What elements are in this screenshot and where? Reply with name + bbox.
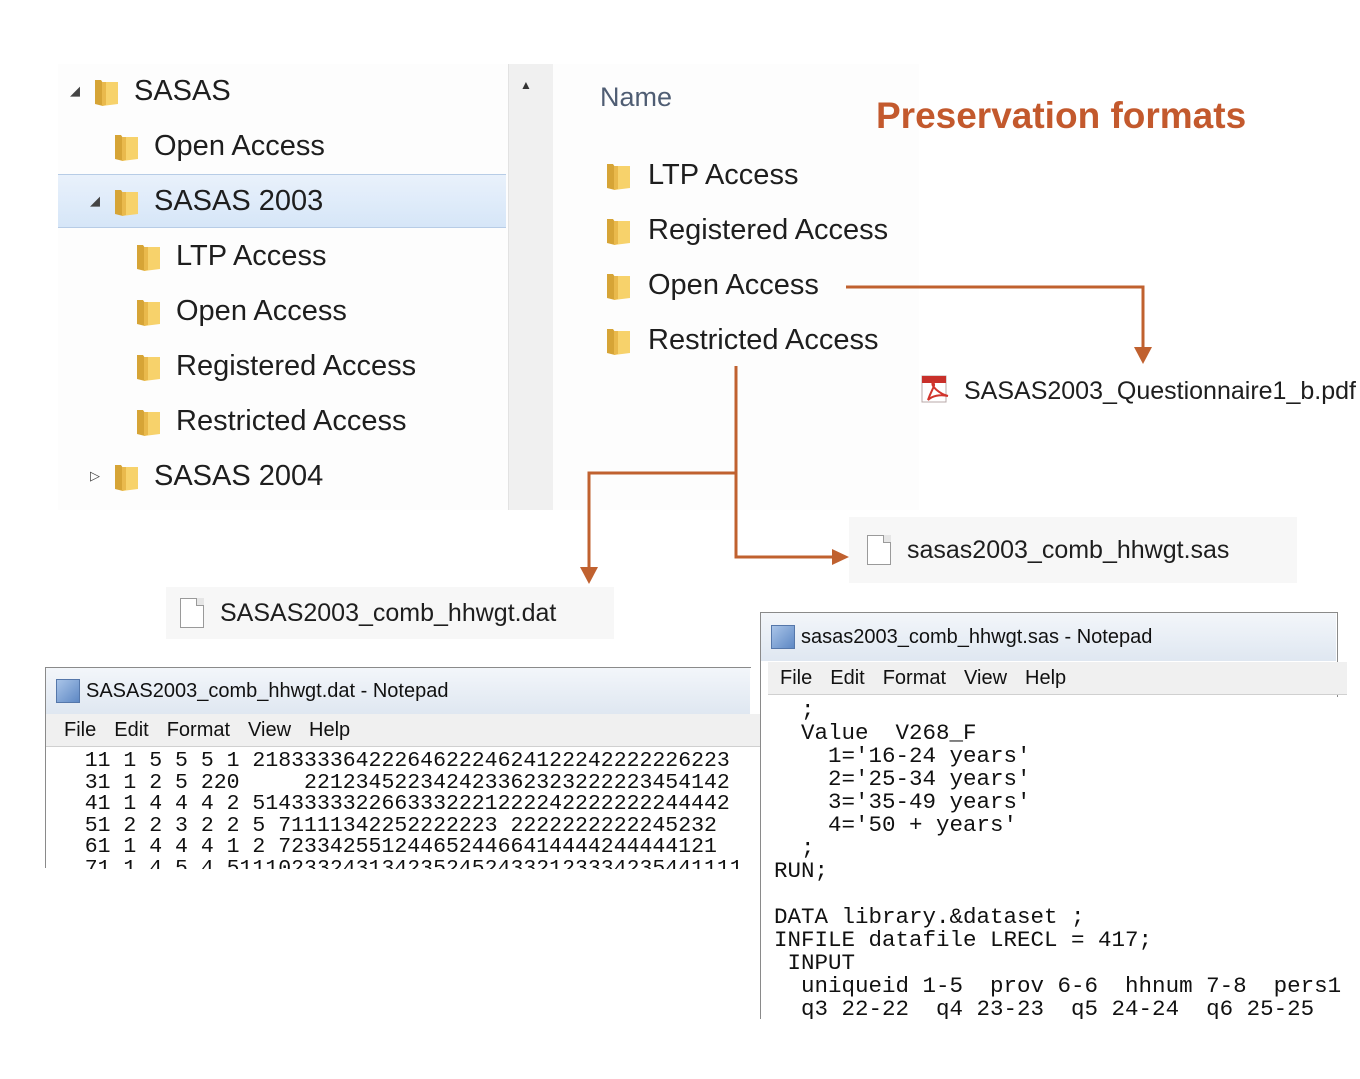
notepad-dat-menubar: File Edit Format View Help — [46, 714, 760, 747]
notepad-icon — [56, 679, 80, 703]
notepad-dat-titlebar: SASAS2003_comb_hhwgt.dat - Notepad — [46, 668, 750, 714]
menu-item-view[interactable]: View — [248, 719, 291, 742]
notepad-dat-text-area[interactable]: 11 1 5 5 5 1 218333364222646222462412224… — [46, 747, 750, 869]
dat-file-item[interactable]: SASAS2003_comb_hhwgt.dat — [166, 587, 614, 639]
text-line: ; — [774, 697, 815, 723]
menu-item-edit[interactable]: Edit — [114, 719, 148, 742]
pdf-file-name: SASAS2003_Questionnaire1_b.pdf — [964, 376, 1356, 405]
text-line: 71 1 4 5 4 51110233243134235245243321233… — [46, 856, 743, 869]
notepad-sas-text-area[interactable]: ; Value V268_F 1='16-24 years' 2='25-34 … — [768, 697, 1342, 1019]
text-line: INFILE datafile LRECL = 417; — [774, 927, 1153, 953]
menu-item-format[interactable]: Format — [883, 667, 946, 690]
text-line: 41 1 4 4 4 2 514333332266333222122224222… — [46, 792, 730, 816]
restricted-to-files-connector — [734, 366, 836, 559]
menu-item-file[interactable]: File — [64, 719, 96, 742]
text-line: ; — [774, 835, 815, 861]
text-line: 51 2 2 3 2 2 5 71111342252222223 2222222… — [46, 813, 717, 838]
text-line: 1='16-24 years' — [774, 743, 1031, 769]
text-line — [774, 883, 1342, 906]
arrowhead-down-dat — [580, 567, 598, 584]
notepad-icon — [771, 625, 795, 649]
dat-file-name: SASAS2003_comb_hhwgt.dat — [220, 598, 557, 627]
menu-item-help[interactable]: Help — [1025, 667, 1066, 690]
text-line: INPUT — [774, 950, 856, 976]
arrowhead-down-pdf — [1134, 347, 1152, 364]
pdf-file-icon — [921, 375, 949, 403]
menu-item-help[interactable]: Help — [309, 719, 350, 742]
text-line: DATA library.&dataset ; — [774, 904, 1085, 930]
text-file-icon — [180, 598, 204, 628]
text-line: 2='25-34 years' — [774, 766, 1031, 792]
text-line: uniqueid 1-5 prov 6-6 hhnum 7-8 pers1 — [774, 973, 1342, 999]
text-line: 11 1 5 5 5 1 218333364222646222462412224… — [46, 749, 730, 773]
text-line: q3 22-22 q4 23-23 q5 24-24 q6 25-25 — [774, 996, 1315, 1020]
menu-item-edit[interactable]: Edit — [830, 667, 864, 690]
open-access-to-pdf-connector — [846, 285, 1145, 350]
menu-item-file[interactable]: File — [780, 667, 812, 690]
text-line: 61 1 4 4 4 1 2 7233425512446524466414444… — [46, 835, 717, 859]
menu-item-view[interactable]: View — [964, 667, 1007, 690]
sas-file-item[interactable]: sasas2003_comb_hhwgt.sas — [849, 517, 1297, 583]
branch-to-dat-connector — [587, 471, 736, 570]
notepad-dat-title: SASAS2003_comb_hhwgt.dat - Notepad — [86, 679, 449, 702]
notepad-sas-menubar: File Edit Format View Help — [768, 662, 1347, 695]
menu-item-format[interactable]: Format — [167, 719, 230, 742]
sas-file-name: sasas2003_comb_hhwgt.sas — [907, 535, 1230, 564]
pdf-file-item[interactable]: SASAS2003_Questionnaire1_b.pdf — [920, 374, 1356, 408]
notepad-sas-title: sasas2003_comb_hhwgt.sas - Notepad — [801, 625, 1153, 648]
text-line: RUN; — [774, 858, 829, 884]
text-line: 31 1 2 5 220 221234522342423362323222223… — [46, 770, 730, 795]
text-line: Value V268_F — [774, 720, 977, 746]
text-line: 4='50 + years' — [774, 812, 1018, 838]
text-line: 3='35-49 years' — [774, 789, 1031, 815]
notepad-sas-titlebar: sasas2003_comb_hhwgt.sas - Notepad — [761, 613, 1336, 661]
text-file-icon — [867, 535, 891, 565]
arrowhead-right-sas — [832, 549, 849, 565]
